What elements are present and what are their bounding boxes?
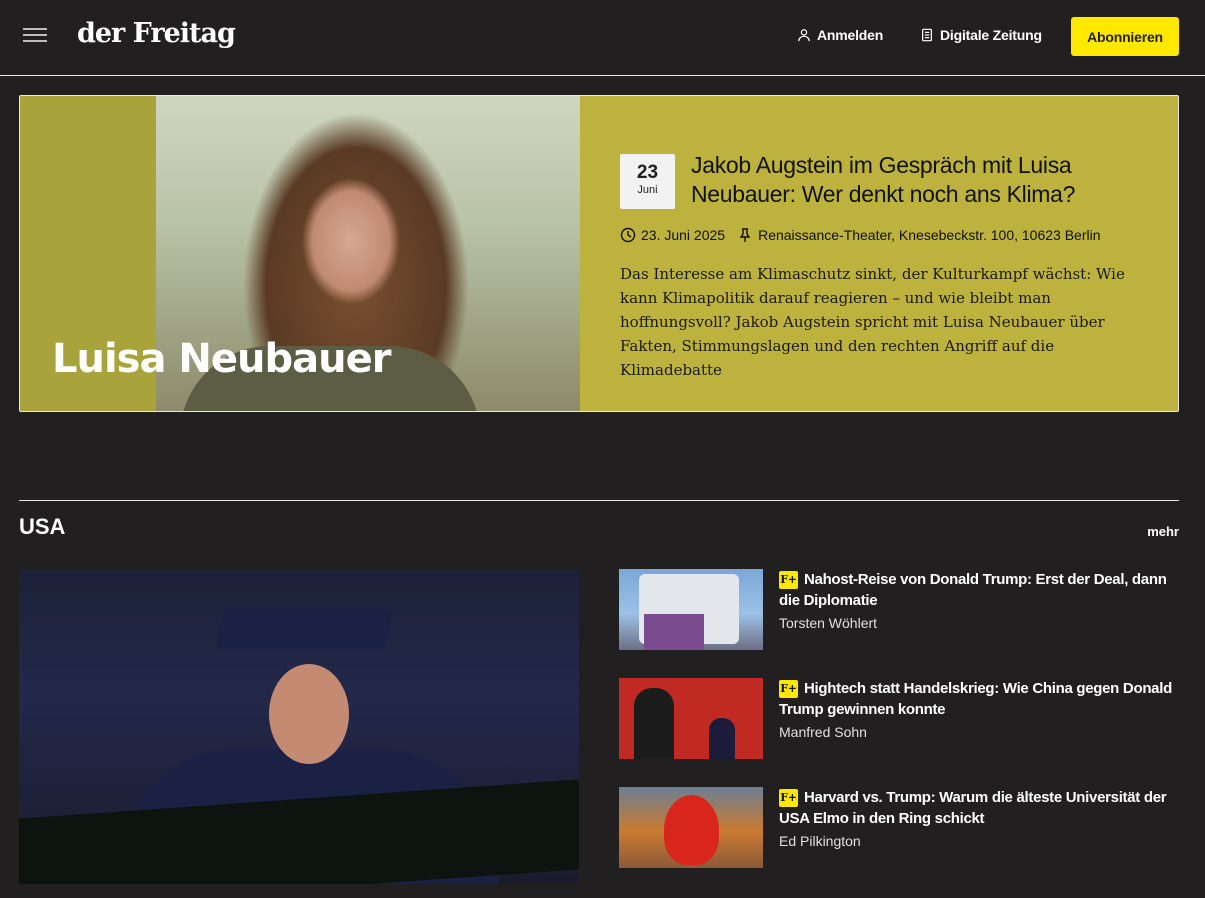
event-date-text: 23. Juni 2025 xyxy=(641,227,726,243)
list-item[interactable]: F+ Harvard vs. Trump: Warum die älteste U… xyxy=(619,787,1179,868)
article-author: Ed Pilkington xyxy=(779,833,861,849)
main-image-face xyxy=(269,664,349,764)
digital-newspaper-label: Digitale Zeitung xyxy=(940,27,1042,43)
main-article-image[interactable] xyxy=(19,569,579,884)
thumb-stairs xyxy=(644,614,704,650)
freitag-plus-badge: F+ xyxy=(779,789,798,807)
site-logo[interactable]: der Freitag xyxy=(77,18,236,49)
article-title-text: Nahost-Reise von Donald Trump: Erst der … xyxy=(779,571,1167,609)
article-title-text: Harvard vs. Trump: Warum die älteste Uni… xyxy=(779,789,1167,827)
clock-icon xyxy=(620,227,636,243)
feature-image-caption: Luisa Neubauer xyxy=(52,336,391,382)
article-title[interactable]: F+ Nahost-Reise von Donald Trump: Erst de… xyxy=(779,569,1179,611)
article-thumbnail[interactable] xyxy=(619,787,763,868)
thumb-person xyxy=(634,688,674,759)
article-text: F+ Harvard vs. Trump: Warum die älteste U… xyxy=(779,787,1179,849)
event-date-day: 23 xyxy=(636,162,659,183)
feature-event-card[interactable]: Luisa Neubauer 23 Juni Jakob Augstein im… xyxy=(19,95,1179,412)
main-image-cap xyxy=(215,609,393,649)
thumb-elmo xyxy=(664,795,719,865)
article-title[interactable]: F+ Harvard vs. Trump: Warum die älteste U… xyxy=(779,787,1179,829)
site-header: der Freitag Anmelden Digitale Zeitung Ab… xyxy=(0,0,1205,76)
subscribe-button[interactable]: Abonnieren xyxy=(1071,17,1179,56)
freitag-plus-badge: F+ xyxy=(779,571,798,589)
freitag-plus-badge: F+ xyxy=(779,680,798,698)
feature-meta: 23. Juni 2025 Renaissance-Theater, Knese… xyxy=(620,227,1113,243)
menu-icon[interactable] xyxy=(23,28,47,44)
user-icon xyxy=(798,29,810,42)
article-author: Torsten Wöhlert xyxy=(779,615,878,631)
article-title-text: Hightech statt Handelskrieg: Wie China g… xyxy=(779,680,1172,718)
article-text: F+ Nahost-Reise von Donald Trump: Erst de… xyxy=(779,569,1179,631)
newspaper-icon xyxy=(922,28,932,42)
event-location-text: Renaissance-Theater, Knesebeckstr. 100, … xyxy=(758,227,1101,243)
article-text: F+ Hightech statt Handelskrieg: Wie China… xyxy=(779,678,1179,740)
login-link[interactable]: Anmelden xyxy=(797,27,883,43)
event-date-badge: 23 Juni xyxy=(620,154,675,209)
login-label: Anmelden xyxy=(817,27,884,43)
pin-icon xyxy=(739,228,751,242)
list-item[interactable]: F+ Nahost-Reise von Donald Trump: Erst de… xyxy=(619,569,1179,650)
event-date: 23. Juni 2025 xyxy=(620,227,725,243)
article-author: Manfred Sohn xyxy=(779,724,867,740)
feature-image[interactable]: Luisa Neubauer xyxy=(20,96,580,411)
section-divider xyxy=(19,500,1179,501)
article-title[interactable]: F+ Hightech statt Handelskrieg: Wie China… xyxy=(779,678,1179,720)
section-more-link[interactable]: mehr xyxy=(1147,524,1179,539)
event-location: Renaissance-Theater, Knesebeckstr. 100, … xyxy=(737,227,1101,243)
event-date-month: Juni xyxy=(637,184,658,196)
feature-description: Das Interesse am Klimaschutz sinkt, der … xyxy=(620,265,1125,379)
article-thumbnail[interactable] xyxy=(619,569,763,650)
article-thumbnail[interactable] xyxy=(619,678,763,759)
feature-title[interactable]: Jakob Augstein im Gespräch mit Luisa Neu… xyxy=(691,151,1151,209)
section-title: USA xyxy=(19,514,66,539)
list-item[interactable]: F+ Hightech statt Handelskrieg: Wie China… xyxy=(619,678,1179,759)
thumb-person xyxy=(709,718,735,759)
digital-newspaper-link[interactable]: Digitale Zeitung xyxy=(920,27,1042,43)
